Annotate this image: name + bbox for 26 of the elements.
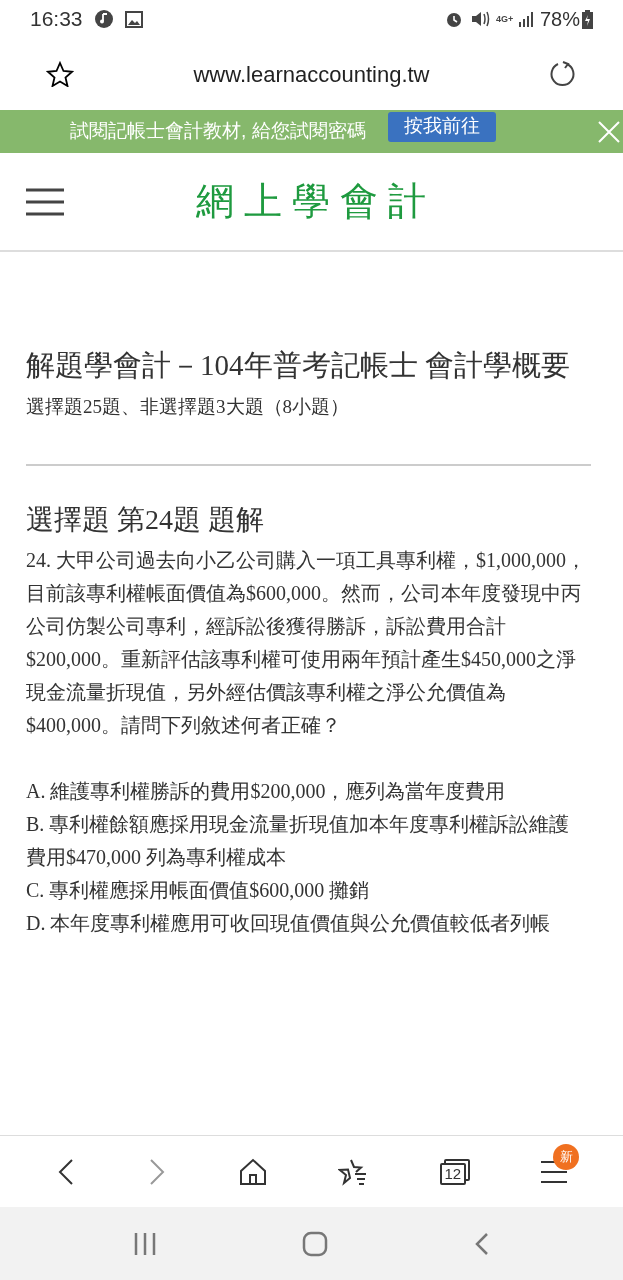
network-label: 4G+: [495, 14, 514, 24]
answer-option: C. 專利權應採用帳面價值$600,000 攤銷: [26, 874, 586, 907]
banner-text: 試閱記帳士會計教材, 給您試閱密碼: [70, 119, 366, 144]
battery-icon: [582, 9, 593, 29]
section-heading: 選擇題 第24題 題解: [26, 503, 265, 537]
new-badge: 新: [553, 1143, 580, 1170]
site-logo[interactable]: 網上學會計: [196, 173, 436, 230]
reload-icon[interactable]: [549, 60, 577, 88]
menu-icon[interactable]: [26, 187, 64, 216]
go-button[interactable]: 按我前往: [387, 111, 496, 142]
music-icon: [94, 10, 113, 28]
answer-option: D. 本年度專利權應用可收回現值價值與公允價值較低者列帳: [26, 907, 586, 940]
url-text[interactable]: www.learnaccounting.tw: [74, 57, 549, 91]
signal-icon: [517, 11, 536, 27]
question-text: 24. 大甲公司過去向小乙公司購入一項工具專利權，$1,000,000，目前該專利權帳面價值為$600,000。然而，公司本年度發現中丙公司仿製公司專利，經訴訟後獲得勝訴，訴訟費用合計$200,000。重新評估該專利權可使用兩年預計產生$450,000之淨現金流量折現值，另外經估價該專利權之淨公允價值為$400,000。請問下列敘述何者正確？: [26, 548, 586, 738]
image-icon: [124, 10, 143, 28]
answer-option: A. 維護專利權勝訴的費用$200,000，應列為當年度費用: [26, 775, 586, 808]
answer-option: B. 專利權餘額應採用現金流量折現值加本年度專利權訴訟維護費用$470,000 列為專利權成本: [26, 808, 586, 874]
article-subtitle: 選擇題25題、非選擇題3大題（8小題）: [26, 395, 350, 419]
star-icon[interactable]: [46, 61, 74, 87]
mute-icon: [469, 10, 490, 28]
article-title: 解題學會計－104年普考記帳士 會計學概要: [26, 348, 571, 383]
recents-icon[interactable]: [132, 1231, 157, 1256]
home-icon[interactable]: [238, 1157, 267, 1186]
clock-time: 16:33: [30, 6, 83, 33]
battery-percent: 78%: [539, 7, 580, 32]
